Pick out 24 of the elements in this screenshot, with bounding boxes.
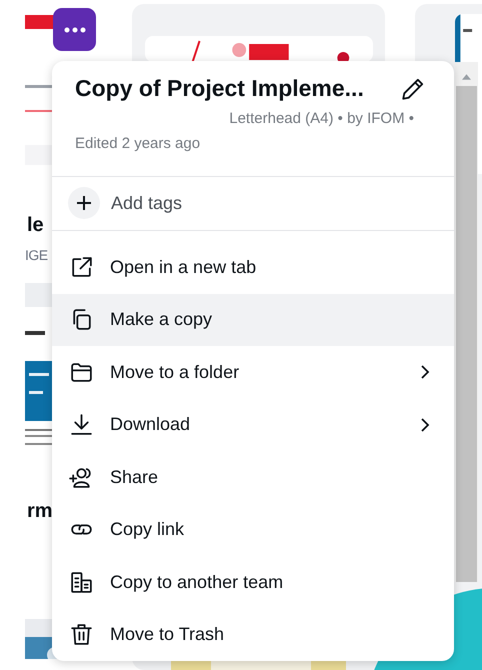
add-tags-button[interactable]: Add tags	[52, 176, 454, 231]
buildings-icon	[69, 570, 94, 595]
menu-item[interactable]: Share	[52, 451, 454, 504]
more-icon	[64, 26, 86, 32]
menu-item[interactable]: Move to Trash	[52, 608, 454, 661]
menu-item[interactable]: Download	[52, 398, 454, 451]
card-title: rm	[26, 499, 53, 523]
scroll-up-icon[interactable]	[462, 74, 471, 80]
chevron-right-icon	[420, 364, 430, 380]
card-subtitle: IGE	[25, 247, 48, 263]
card-title: le	[26, 213, 44, 237]
menu-item[interactable]: Copy link	[52, 504, 454, 556]
menu-item[interactable]: Make a copy	[52, 294, 454, 346]
design-title: Copy of Project Impleme...	[75, 75, 364, 102]
download-icon	[69, 412, 94, 438]
menu-item[interactable]: Move to a folder	[52, 346, 454, 398]
edited-time: Edited 2 years ago	[75, 135, 202, 152]
menu-item[interactable]: Open in a new tab	[52, 241, 454, 294]
design-meta: Letterhead (A4) • by IFOM •	[229, 110, 414, 127]
chevron-right-icon	[420, 416, 430, 433]
menu-item[interactable]: Copy to another team	[52, 556, 454, 608]
plus-icon	[68, 187, 100, 220]
more-button[interactable]	[53, 8, 96, 51]
trash-icon	[69, 622, 94, 648]
